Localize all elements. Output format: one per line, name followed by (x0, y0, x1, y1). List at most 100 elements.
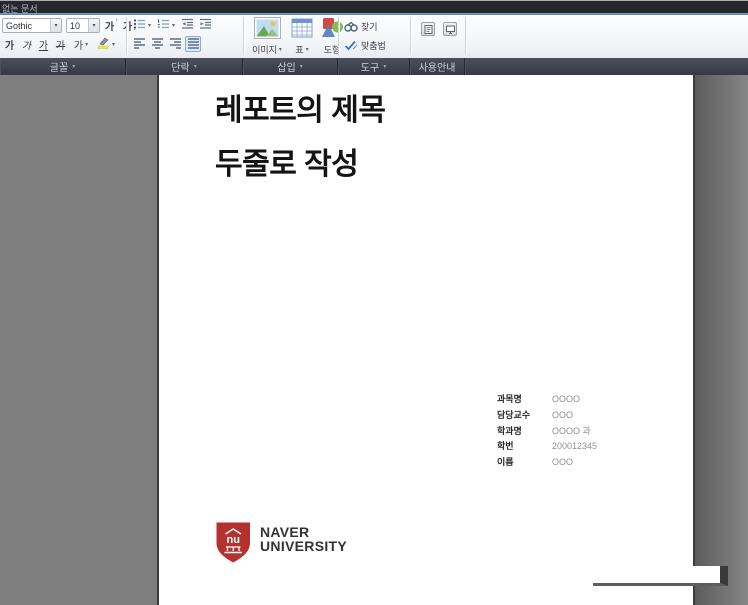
table-row: 과목명 OOOO (497, 391, 597, 407)
font-name-value: Gothic (6, 20, 33, 31)
info-label: 학과명 (497, 425, 522, 436)
chevron-down-icon: ▾ (383, 64, 387, 70)
image-icon (253, 17, 281, 41)
report-info-table[interactable]: 과목명 OOOO 담당교수 OOO 학과명 OOOO 과 학번 20001234… (497, 391, 597, 469)
document-title-line1[interactable]: 레포트의 제목 (215, 85, 386, 129)
insert-table-button[interactable]: 표 ▾ (288, 17, 316, 55)
shortcut-guide-button[interactable] (421, 22, 435, 36)
insert-image-label: 이미지 (252, 45, 277, 55)
highlight-color-button[interactable]: ▾ (94, 36, 118, 52)
align-right-icon (169, 37, 182, 52)
increase-font-size-button[interactable]: 가 ↑ (103, 17, 120, 33)
shapes-icon (320, 17, 344, 41)
spellcheck-button[interactable]: 맞춤법 (344, 38, 386, 52)
info-label: 이름 (497, 457, 514, 468)
document-title-line2[interactable]: 두줄로 작성 (215, 139, 359, 183)
align-left-icon (133, 37, 146, 52)
chevron-down-icon[interactable]: ▾ (88, 19, 99, 32)
table-row: 학번 200012345 (497, 438, 597, 454)
strikethrough-button[interactable]: 가 (53, 36, 68, 52)
university-logo-text: NAVER UNIVERSITY (260, 525, 347, 553)
window-titlebar: 없는 문서 (0, 0, 748, 14)
ribbon-toolbar: Gothic ▾ 10 ▾ 가 ↑ 가 ↓ 가 가 가 가 가 ▾ ▾ ▾ ▾ … (0, 15, 748, 58)
arrow-up-icon: ↑ (115, 18, 119, 24)
insert-image-button[interactable]: 이미지 ▾ (249, 17, 285, 55)
chevron-down-icon: ▾ (193, 64, 197, 70)
font-name-combo[interactable]: Gothic ▾ (2, 18, 62, 33)
group-label-guide: 사용안내 (410, 58, 465, 75)
justify-button[interactable] (185, 36, 201, 52)
bold-button[interactable]: 가 (2, 36, 17, 52)
info-value[interactable]: OOOO (552, 394, 580, 404)
group-label-tools[interactable]: 도구 ▾ (338, 58, 410, 75)
decrease-indent-button[interactable] (179, 17, 195, 33)
info-value[interactable]: 200012345 (552, 441, 597, 451)
monitor-icon (445, 25, 455, 34)
info-label: 과목명 (497, 394, 522, 405)
align-center-icon (151, 37, 164, 52)
font-size-value: 10 (70, 20, 81, 31)
table-icon (291, 17, 313, 41)
align-center-button[interactable] (149, 36, 165, 52)
toolbar-separator (243, 17, 244, 55)
find-button[interactable]: 찾기 (344, 19, 378, 33)
info-value[interactable]: OOOO 과 (552, 424, 591, 437)
chevron-down-icon: ▾ (72, 64, 76, 70)
spellcheck-icon (344, 40, 358, 50)
app-window: 없는 문서 Gothic ▾ 10 ▾ 가↑ 가↓ 가 가 가 가 가 ▾ (0, 0, 748, 605)
logo-line2: UNIVERSITY (260, 538, 348, 554)
justify-icon (187, 37, 200, 52)
bullet-list-button[interactable]: ▾ (131, 17, 153, 33)
toolbar-separator (410, 17, 411, 55)
underline-button[interactable]: 가 (36, 36, 51, 52)
bullet-list-icon (133, 18, 146, 33)
insert-table-label: 표 (295, 45, 304, 55)
numbered-list-icon (157, 18, 170, 33)
find-label: 찾기 (361, 21, 378, 32)
outdent-icon (181, 18, 194, 33)
align-left-button[interactable] (131, 36, 147, 52)
chevron-down-icon: ▾ (299, 64, 303, 70)
university-shield-icon: nu (216, 522, 250, 563)
table-row: 학과명 OOOO 과 (497, 422, 597, 438)
binoculars-icon (344, 21, 358, 32)
info-label: 담당교수 (497, 410, 531, 421)
chevron-down-icon: ▾ (147, 22, 151, 29)
chevron-down-icon: ▾ (171, 22, 175, 29)
table-row: 담당교수 OOO (497, 407, 597, 423)
chevron-down-icon: ▾ (111, 41, 115, 48)
logo-line1: NAVER (260, 524, 310, 540)
document-canvas: 레포트의 제목 두줄로 작성 과목명 OOOO 담당교수 OOO 학과명 OOO… (0, 75, 748, 605)
chevron-down-icon: ▾ (278, 47, 282, 53)
ribbon-group-band: 글꼴 ▾ 단락 ▾ 삽입 ▾ 도구 ▾ 사용안내 (0, 58, 748, 75)
font-color-button[interactable]: 가 ▾ (70, 36, 92, 52)
italic-button[interactable]: 가 (19, 36, 34, 52)
document-page[interactable]: 레포트의 제목 두줄로 작성 과목명 OOOO 담당교수 OOO 학과명 OOO… (157, 75, 695, 605)
toolbar-separator (465, 17, 466, 55)
group-label-insert[interactable]: 삽입 ▾ (243, 58, 338, 75)
svg-text:nu: nu (226, 534, 239, 546)
document-info-icon (424, 24, 432, 34)
align-right-button[interactable] (167, 36, 183, 52)
info-value[interactable]: OOO (552, 410, 573, 420)
info-label: 학번 (497, 441, 514, 452)
insert-shape-button[interactable]: 도형 (318, 17, 346, 55)
indent-icon (199, 18, 212, 33)
help-guide-button[interactable] (443, 22, 457, 36)
toolbar-separator (126, 17, 127, 55)
university-logo: nu NAVER UNIVERSITY (215, 521, 347, 564)
info-value[interactable]: OOO (552, 457, 573, 467)
font-size-combo[interactable]: 10 ▾ (66, 18, 100, 33)
overlay-box (593, 566, 728, 586)
increase-indent-button[interactable] (197, 17, 213, 33)
page-edge-shadow (695, 75, 748, 605)
toolbar-separator (338, 17, 339, 55)
spellcheck-label: 맞춤법 (361, 40, 386, 51)
chevron-down-icon[interactable]: ▾ (50, 19, 61, 32)
highlighter-icon (97, 37, 110, 52)
table-row: 이름 OOO (497, 454, 597, 470)
numbered-list-button[interactable]: ▾ (155, 17, 177, 33)
group-label-font[interactable]: 글꼴 ▾ (0, 58, 126, 75)
group-label-paragraph[interactable]: 단락 ▾ (126, 58, 243, 75)
band-filler (465, 58, 748, 75)
